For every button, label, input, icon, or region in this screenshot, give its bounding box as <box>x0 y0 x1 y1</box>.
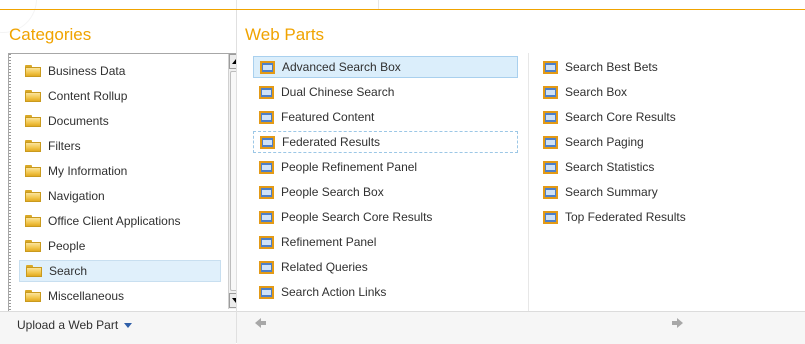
web-part-item[interactable]: Federated Results <box>253 131 518 153</box>
category-label: My Information <box>48 164 128 178</box>
category-item[interactable]: My Information <box>19 160 221 182</box>
web-part-icon <box>260 60 275 74</box>
web-part-label: Search Action Links <box>281 285 387 299</box>
web-part-label: Federated Results <box>282 135 381 149</box>
web-part-icon <box>543 185 558 199</box>
top-divider-tick <box>378 0 379 9</box>
web-part-icon <box>543 210 558 224</box>
web-part-icon <box>543 85 558 99</box>
web-part-item[interactable]: Search Box <box>537 81 737 103</box>
web-part-icon <box>543 160 558 174</box>
web-part-label: Related Queries <box>281 260 368 274</box>
category-label: Office Client Applications <box>48 214 181 228</box>
previous-page-button[interactable] <box>255 317 267 329</box>
web-part-item[interactable]: People Search Core Results <box>253 206 518 228</box>
column-divider <box>528 53 529 311</box>
web-part-item[interactable]: Search Core Results <box>537 106 737 128</box>
folder-icon <box>25 65 41 77</box>
web-part-label: Advanced Search Box <box>282 60 401 74</box>
web-part-icon <box>543 60 558 74</box>
category-item[interactable]: Business Data <box>19 60 221 82</box>
folder-icon <box>25 115 41 127</box>
web-part-label: Search Statistics <box>565 160 655 174</box>
web-part-label: Search Box <box>565 85 628 99</box>
web-part-item[interactable]: Refinement Panel <box>253 231 518 253</box>
web-part-item[interactable]: People Search Box <box>253 181 518 203</box>
category-item[interactable]: Content Rollup <box>19 85 221 107</box>
dropdown-arrow-icon <box>124 322 133 328</box>
web-part-icon <box>259 260 274 274</box>
web-part-icon <box>259 235 274 249</box>
web-part-icon <box>543 135 558 149</box>
top-divider-tick <box>236 0 237 9</box>
web-parts-heading: Web Parts <box>245 25 325 44</box>
category-item[interactable]: Office Client Applications <box>19 210 221 232</box>
category-item[interactable]: People <box>19 235 221 257</box>
web-part-item[interactable]: Search Action Links <box>253 281 518 303</box>
upload-web-part-label: Upload a Web Part <box>17 318 119 332</box>
category-label: Miscellaneous <box>48 289 125 303</box>
folder-icon <box>25 90 41 102</box>
folder-icon <box>25 215 41 227</box>
web-part-label: Featured Content <box>281 110 375 124</box>
category-label: Navigation <box>48 189 105 203</box>
web-part-item[interactable]: Featured Content <box>253 106 518 128</box>
top-accent-line <box>0 9 805 10</box>
web-part-item[interactable]: Search Paging <box>537 131 737 153</box>
folder-icon <box>25 165 41 177</box>
category-label: Content Rollup <box>48 89 128 103</box>
web-part-label: People Search Core Results <box>281 210 433 224</box>
web-part-label: Search Summary <box>565 185 658 199</box>
web-part-icon <box>259 110 274 124</box>
web-part-label: Top Federated Results <box>565 210 686 224</box>
category-item[interactable]: Search <box>19 260 221 282</box>
web-part-label: Search Best Bets <box>565 60 658 74</box>
categories-heading: Categories <box>9 25 92 44</box>
category-item[interactable]: Miscellaneous <box>19 285 221 307</box>
category-item[interactable]: Filters <box>19 135 221 157</box>
web-part-item[interactable]: Related Queries <box>253 256 518 278</box>
web-part-item[interactable]: People Refinement Panel <box>253 156 518 178</box>
web-part-item[interactable]: Search Summary <box>537 181 737 203</box>
web-part-item[interactable]: Search Best Bets <box>537 56 737 78</box>
web-part-label: People Search Box <box>281 185 384 199</box>
web-part-icon <box>259 210 274 224</box>
web-part-label: Search Paging <box>565 135 644 149</box>
category-item[interactable]: Documents <box>19 110 221 132</box>
web-part-icon <box>259 185 274 199</box>
web-part-icon <box>259 85 274 99</box>
category-label: Filters <box>48 139 81 153</box>
category-label: People <box>48 239 86 253</box>
upload-web-part-button[interactable]: Upload a Web Part <box>17 318 133 332</box>
web-part-icon <box>260 135 275 149</box>
web-part-item[interactable]: Search Statistics <box>537 156 737 178</box>
web-part-item[interactable]: Dual Chinese Search <box>253 81 518 103</box>
web-part-label: Refinement Panel <box>281 235 377 249</box>
categories-listbox[interactable]: Business Data Content Rollup Documents Filt… <box>8 53 237 312</box>
category-label: Search <box>49 264 88 278</box>
category-label: Documents <box>48 114 109 128</box>
web-part-item[interactable]: Top Federated Results <box>537 206 737 228</box>
arrow-right-icon <box>677 318 683 328</box>
category-label: Business Data <box>48 64 126 78</box>
folder-icon <box>25 290 41 302</box>
web-part-icon <box>259 160 274 174</box>
web-part-label: People Refinement Panel <box>281 160 418 174</box>
folder-icon <box>26 265 42 277</box>
list-edge <box>9 54 11 311</box>
folder-icon <box>25 190 41 202</box>
category-item[interactable]: Navigation <box>19 185 221 207</box>
web-part-label: Dual Chinese Search <box>281 85 395 99</box>
folder-icon <box>25 240 41 252</box>
next-page-button[interactable] <box>672 317 684 329</box>
folder-icon <box>25 140 41 152</box>
panel-divider <box>236 10 237 343</box>
web-parts-footer <box>237 311 805 344</box>
web-part-item[interactable]: Advanced Search Box <box>253 56 518 78</box>
web-part-label: Search Core Results <box>565 110 676 124</box>
web-part-icon <box>259 285 274 299</box>
web-part-icon <box>543 110 558 124</box>
